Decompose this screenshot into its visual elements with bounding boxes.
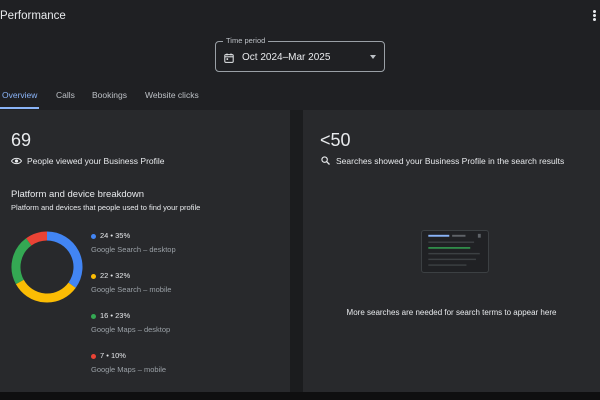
time-period-value: Oct 2024–Mar 2025: [242, 52, 331, 63]
empty-state-message: More searches are needed for search term…: [346, 308, 557, 317]
legend-label: Google Maps – mobile: [91, 365, 167, 374]
more-options-icon[interactable]: [590, 9, 598, 25]
platform-donut-chart: [11, 231, 83, 303]
search-results-illustration: [421, 230, 489, 273]
tab-bookings[interactable]: Bookings: [92, 90, 127, 100]
legend-label: Google Search – mobile: [91, 285, 172, 294]
chevron-down-icon: [370, 55, 376, 59]
active-tab-indicator: [0, 107, 39, 109]
donut-slice-3: [11, 238, 32, 285]
legend-dot: [91, 233, 96, 239]
legend-item: 16 • 23% Google Maps – desktop: [91, 311, 170, 334]
eye-icon: [11, 157, 22, 165]
profile-views-count: 69: [11, 130, 32, 150]
searches-caption: Searches showed your Business Profile in…: [336, 156, 565, 166]
legend-item: 24 • 35% Google Search – desktop: [91, 231, 176, 254]
calendar-icon: [224, 53, 234, 63]
top-bar: Performance: [0, 0, 600, 36]
breakdown-title: Platform and device breakdown: [11, 189, 145, 200]
tab-calls[interactable]: Calls: [56, 90, 75, 100]
time-period-dropdown[interactable]: Time period Oct 2024–Mar 2025: [215, 36, 385, 72]
panel-divider: [290, 110, 303, 392]
legend-dot: [91, 353, 96, 359]
legend-item: 22 • 32% Google Search – mobile: [91, 271, 171, 294]
page-title: Performance: [0, 10, 66, 22]
tab-website-clicks[interactable]: Website clicks: [145, 90, 199, 100]
searches-count: <50: [320, 130, 351, 150]
profile-views-caption: People viewed your Business Profile: [27, 156, 165, 166]
legend-value: 24 • 35%: [100, 231, 131, 240]
time-period-label: Time period: [223, 36, 269, 45]
legend-item: 7 • 10% Google Maps – mobile: [91, 351, 166, 374]
legend-value: 7 • 10%: [100, 351, 126, 360]
legend-label: Google Search – desktop: [91, 245, 176, 254]
legend-value: 16 • 23%: [100, 311, 131, 320]
tab-overview[interactable]: Overview: [2, 90, 37, 100]
search-icon: [321, 156, 330, 165]
legend-value: 22 • 32%: [100, 271, 131, 280]
breakdown-subtitle: Platform and devices that people used to…: [11, 203, 201, 212]
legend-label: Google Maps – desktop: [91, 325, 171, 334]
donut-slice-2: [15, 279, 76, 303]
donut-slice-4: [26, 231, 48, 246]
donut-slice-1: [46, 231, 83, 288]
bottom-bar: [0, 392, 600, 400]
profile-views-card: 69 People viewed your Business Profile P…: [0, 110, 290, 392]
legend-dot: [91, 313, 96, 319]
searches-card: <50 Searches showed your Business Profil…: [303, 110, 600, 392]
tab-bar: Overview Calls Bookings Website clicks: [0, 84, 600, 111]
legend-dot: [91, 273, 96, 279]
